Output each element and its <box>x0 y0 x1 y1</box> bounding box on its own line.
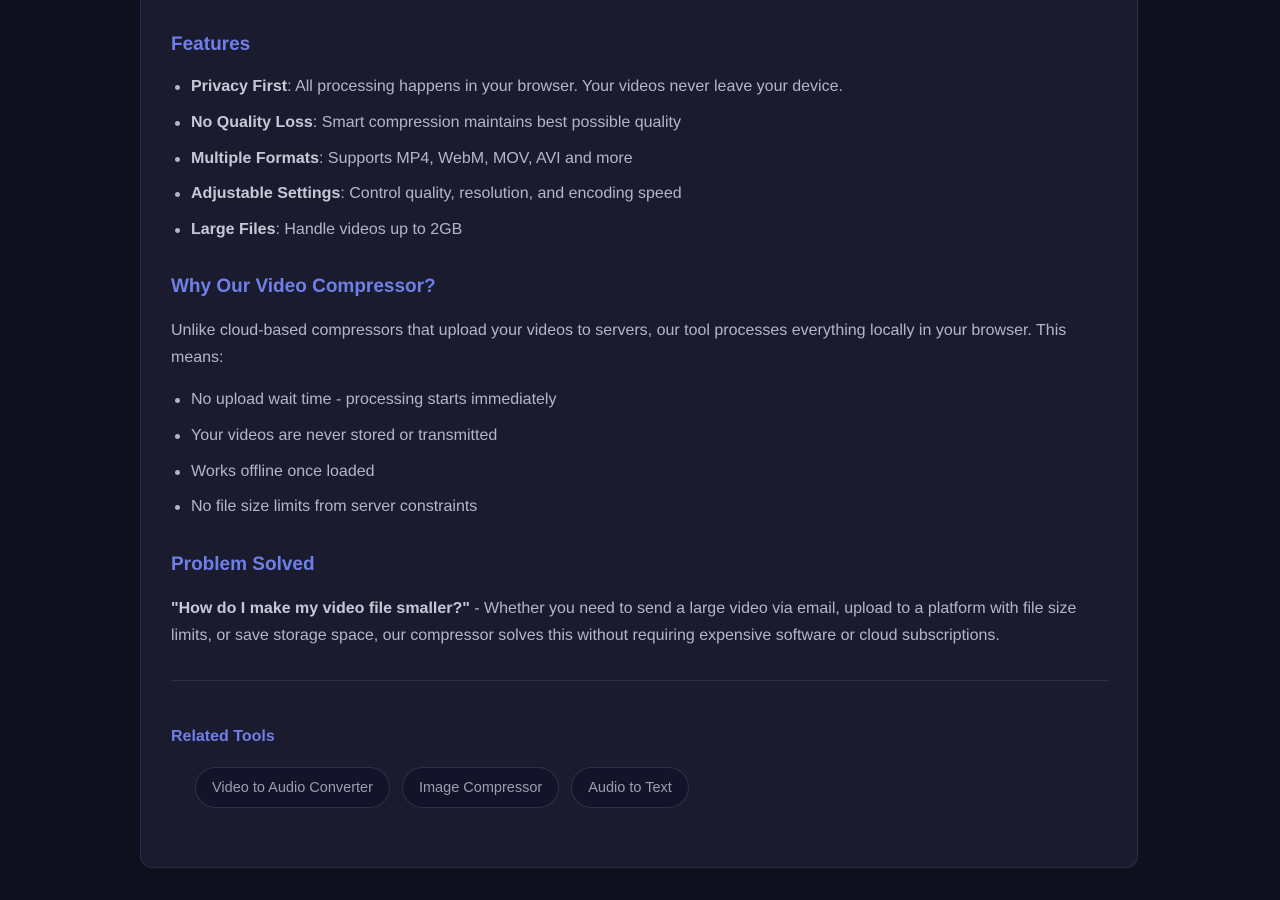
features-heading: Features <box>171 34 251 55</box>
bullet-icon <box>175 433 180 439</box>
feature-title: Privacy First <box>191 78 288 95</box>
list-item-text: No upload wait time - processing starts … <box>191 391 557 408</box>
problem-question: "How do I make my video file smaller?" <box>171 600 470 617</box>
why-heading: Why Our Video Compressor? <box>171 276 436 297</box>
feature-title: No Quality Loss <box>191 113 313 131</box>
bullet-icon <box>175 469 180 475</box>
list-item: No file size limits from server constrai… <box>171 497 1111 517</box>
bullet-icon <box>175 398 180 403</box>
related-tools-list: Video to Audio Converter Image Compresso… <box>195 767 689 808</box>
related-tool-audio-to-text-link[interactable]: Audio to Text <box>571 767 689 808</box>
bullet-icon <box>175 156 180 162</box>
content-card: Features Privacy First: All processing h… <box>140 0 1138 868</box>
list-item: Privacy First: All processing happens in… <box>171 77 1111 97</box>
list-item: Your videos are never stored or transmit… <box>171 426 1111 446</box>
section-divider <box>171 680 1109 681</box>
why-list: No upload wait time - processing starts … <box>171 390 1111 533</box>
why-intro: Unlike cloud-based compressors that uplo… <box>171 322 1067 366</box>
list-item-text: Works offline once loaded <box>191 462 375 480</box>
list-item: Works offline once loaded <box>171 462 1111 482</box>
problem-heading: Problem Solved <box>171 554 315 575</box>
feature-text: : Handle videos up to 2GB <box>275 221 463 239</box>
bullet-icon <box>175 228 180 234</box>
feature-text: : All processing happens in your browser… <box>287 78 843 95</box>
related-tools-heading: Related Tools <box>171 728 275 745</box>
list-item: No Quality Loss: Smart compression maint… <box>171 113 1111 133</box>
list-item-text: Your videos are never stored or transmit… <box>191 426 498 444</box>
feature-title: Large Files <box>191 221 276 239</box>
problem-paragraph: "How do I make my video file smaller?" -… <box>171 595 1091 649</box>
feature-text: : Control quality, resolution, and encod… <box>340 185 682 203</box>
list-item: Large Files: Handle videos up to 2GB <box>171 220 1111 240</box>
feature-text: : Supports MP4, WebM, MOV, AVI and more <box>319 149 633 167</box>
feature-title: Adjustable Settings <box>191 185 341 203</box>
related-tool-video-to-audio-link[interactable]: Video to Audio Converter <box>195 767 390 808</box>
features-list: Privacy First: All processing happens in… <box>171 77 1111 256</box>
bullet-icon <box>175 85 180 90</box>
bullet-icon <box>175 505 180 511</box>
list-item: Multiple Formats: Supports MP4, WebM, MO… <box>171 149 1111 169</box>
bullet-icon <box>175 120 180 126</box>
list-item-text: No file size limits from server constrai… <box>191 498 478 516</box>
feature-text: : Smart compression maintains best possi… <box>312 113 681 131</box>
bullet-icon <box>175 192 180 198</box>
feature-title: Multiple Formats <box>191 149 320 167</box>
related-tool-image-compressor-link[interactable]: Image Compressor <box>401 767 560 808</box>
list-item: Adjustable Settings: Control quality, re… <box>171 184 1111 204</box>
list-item: No upload wait time - processing starts … <box>171 390 1111 410</box>
